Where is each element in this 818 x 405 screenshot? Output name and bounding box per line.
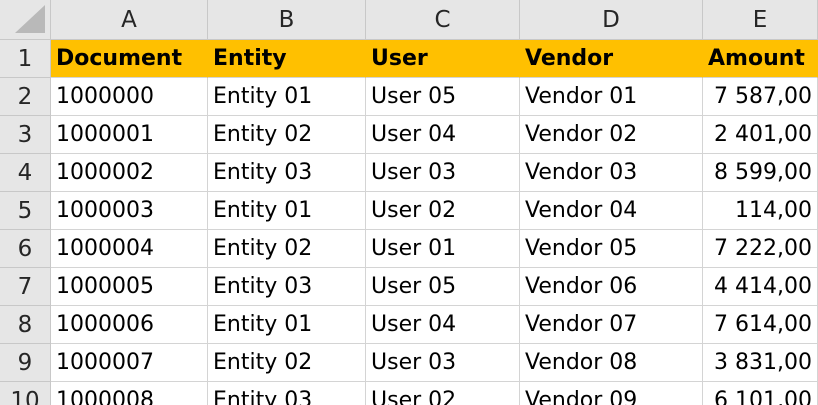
- cell-vendor[interactable]: Vendor 03: [520, 154, 703, 192]
- cell-entity[interactable]: Entity 02: [208, 116, 366, 154]
- cell-vendor[interactable]: Vendor 09: [520, 382, 703, 405]
- row-header[interactable]: 7: [0, 268, 51, 306]
- cell-vendor[interactable]: Vendor 05: [520, 230, 703, 268]
- row-header[interactable]: 2: [0, 78, 51, 116]
- cell-amount[interactable]: 7 587,00: [703, 78, 818, 116]
- cell-document[interactable]: 1000006: [51, 306, 208, 344]
- cell-amount[interactable]: 6 101,00: [703, 382, 818, 405]
- row-header[interactable]: 1: [0, 40, 51, 78]
- column-header-a[interactable]: A: [51, 0, 208, 40]
- column-header-c[interactable]: C: [366, 0, 520, 40]
- cell-entity[interactable]: Entity 03: [208, 382, 366, 405]
- column-header-e[interactable]: E: [703, 0, 818, 40]
- cell-amount[interactable]: 7 614,00: [703, 306, 818, 344]
- header-cell-entity[interactable]: Entity: [208, 40, 366, 78]
- column-header-d[interactable]: D: [520, 0, 703, 40]
- cell-document[interactable]: 1000001: [51, 116, 208, 154]
- cell-user[interactable]: User 01: [366, 230, 520, 268]
- cell-user[interactable]: User 02: [366, 382, 520, 405]
- header-cell-document[interactable]: Document: [51, 40, 208, 78]
- cell-document[interactable]: 1000003: [51, 192, 208, 230]
- cell-vendor[interactable]: Vendor 04: [520, 192, 703, 230]
- row-header[interactable]: 5: [0, 192, 51, 230]
- cell-user[interactable]: User 04: [366, 116, 520, 154]
- select-all-corner[interactable]: [0, 0, 51, 40]
- cell-user[interactable]: User 05: [366, 268, 520, 306]
- cell-amount[interactable]: 114,00: [703, 192, 818, 230]
- cell-vendor[interactable]: Vendor 08: [520, 344, 703, 382]
- cell-amount[interactable]: 2 401,00: [703, 116, 818, 154]
- cell-entity[interactable]: Entity 02: [208, 344, 366, 382]
- cell-amount[interactable]: 3 831,00: [703, 344, 818, 382]
- cell-vendor[interactable]: Vendor 06: [520, 268, 703, 306]
- cell-document[interactable]: 1000007: [51, 344, 208, 382]
- header-cell-vendor[interactable]: Vendor: [520, 40, 703, 78]
- cell-grid: A B C D E 1 Document Entity User Vendor …: [0, 0, 818, 405]
- cell-amount[interactable]: 8 599,00: [703, 154, 818, 192]
- cell-vendor[interactable]: Vendor 01: [520, 78, 703, 116]
- column-header-b[interactable]: B: [208, 0, 366, 40]
- cell-vendor[interactable]: Vendor 02: [520, 116, 703, 154]
- cell-user[interactable]: User 02: [366, 192, 520, 230]
- row-header[interactable]: 3: [0, 116, 51, 154]
- cell-entity[interactable]: Entity 01: [208, 192, 366, 230]
- cell-document[interactable]: 1000000: [51, 78, 208, 116]
- cell-document[interactable]: 1000008: [51, 382, 208, 405]
- cell-entity[interactable]: Entity 03: [208, 154, 366, 192]
- row-header[interactable]: 4: [0, 154, 51, 192]
- cell-entity[interactable]: Entity 01: [208, 306, 366, 344]
- row-header[interactable]: 6: [0, 230, 51, 268]
- row-header[interactable]: 9: [0, 344, 51, 382]
- header-cell-user[interactable]: User: [366, 40, 520, 78]
- cell-user[interactable]: User 05: [366, 78, 520, 116]
- cell-user[interactable]: User 03: [366, 154, 520, 192]
- spreadsheet: A B C D E 1 Document Entity User Vendor …: [0, 0, 818, 405]
- cell-user[interactable]: User 04: [366, 306, 520, 344]
- header-cell-amount[interactable]: Amount: [703, 40, 818, 78]
- cell-document[interactable]: 1000004: [51, 230, 208, 268]
- cell-entity[interactable]: Entity 01: [208, 78, 366, 116]
- row-header[interactable]: 8: [0, 306, 51, 344]
- cell-vendor[interactable]: Vendor 07: [520, 306, 703, 344]
- cell-entity[interactable]: Entity 03: [208, 268, 366, 306]
- cell-amount[interactable]: 7 222,00: [703, 230, 818, 268]
- row-header[interactable]: 10: [0, 382, 51, 405]
- cell-document[interactable]: 1000002: [51, 154, 208, 192]
- cell-amount[interactable]: 4 414,00: [703, 268, 818, 306]
- cell-document[interactable]: 1000005: [51, 268, 208, 306]
- cell-entity[interactable]: Entity 02: [208, 230, 366, 268]
- cell-user[interactable]: User 03: [366, 344, 520, 382]
